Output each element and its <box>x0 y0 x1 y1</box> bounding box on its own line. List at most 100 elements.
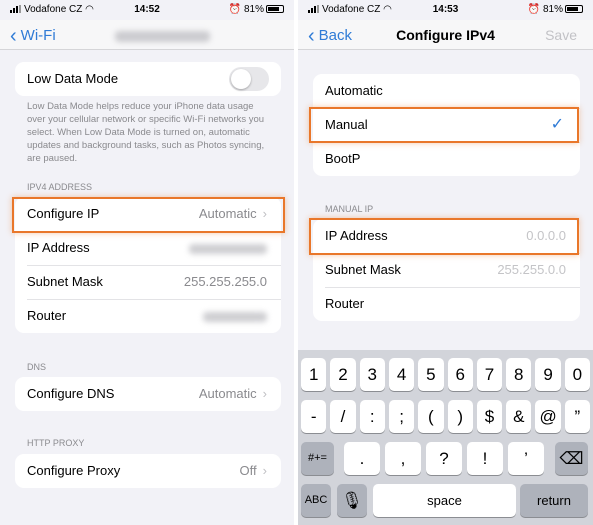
nav-bar: ‹ Back Configure IPv4 Save <box>298 20 593 50</box>
more-symbols-key[interactable]: #+= <box>301 442 334 475</box>
manual-ip-header: MANUAL IP <box>325 204 374 214</box>
configure-proxy-row[interactable]: Configure Proxy Off › <box>15 454 281 488</box>
status-bar: Vodafone CZ ◠ 14:52 ⏰ 81% <box>0 0 294 20</box>
key-symbol[interactable]: $ <box>476 400 503 433</box>
key-3[interactable]: 4 <box>388 358 415 391</box>
proxy-header: HTTP PROXY <box>27 438 85 448</box>
key-6[interactable]: 7 <box>476 358 503 391</box>
battery-icon <box>565 5 583 13</box>
row-label: Configure Proxy <box>27 463 121 478</box>
key-symbol[interactable]: : <box>359 400 385 433</box>
subnet-placeholder: 255.255.0.0 <box>497 262 566 277</box>
dictation-key[interactable]: 🎙 <box>337 484 367 517</box>
key-9[interactable]: 0 <box>564 358 591 391</box>
key-symbol[interactable]: ( <box>418 400 444 433</box>
key-symbol[interactable]: ” <box>564 400 591 433</box>
dns-header: DNS <box>27 362 47 372</box>
low-data-toggle[interactable] <box>229 67 269 91</box>
ip-placeholder: 0.0.0.0 <box>526 228 566 243</box>
key-symbol[interactable]: & <box>506 400 532 433</box>
mode-automatic[interactable]: Automatic <box>313 74 580 108</box>
key-punctuation[interactable]: ! <box>467 442 503 475</box>
row-label: BootP <box>325 151 361 166</box>
key-symbol[interactable]: ) <box>447 400 473 433</box>
configure-dns-row[interactable]: Configure DNS Automatic › <box>15 377 281 411</box>
key-punctuation[interactable]: ’ <box>508 442 544 475</box>
delete-key[interactable]: ⌫ <box>555 442 588 475</box>
key-4[interactable]: 5 <box>418 358 444 391</box>
low-data-card: Low Data Mode <box>15 62 281 96</box>
key-8[interactable]: 9 <box>535 358 561 391</box>
wifi-details-screen: Vodafone CZ ◠ 14:52 ⏰ 81% ‹ Wi-Fi Low Dat… <box>0 0 294 525</box>
abc-key[interactable]: ABC <box>301 484 331 517</box>
chevron-right-icon: › <box>262 206 267 221</box>
key-symbol[interactable]: ; <box>388 400 415 433</box>
row-value: Off <box>239 463 257 478</box>
battery-percent: 81% <box>243 4 264 15</box>
row-label: Automatic <box>325 83 383 98</box>
row-label: Router <box>325 296 365 311</box>
router-row: Router <box>15 299 281 333</box>
battery-icon <box>266 5 284 13</box>
subnet-mask-row: Subnet Mask 255.255.255.0 <box>15 265 281 299</box>
row-label: Router <box>27 308 67 323</box>
key-symbol[interactable]: - <box>301 400 327 433</box>
dns-card: Configure DNS Automatic › <box>15 377 281 411</box>
space-key[interactable]: space <box>373 484 516 517</box>
key-0[interactable]: 1 <box>301 358 327 391</box>
row-value: Automatic <box>198 206 257 221</box>
configure-ipv4-screen: Vodafone CZ ◠ 14:53 ⏰ 81% ‹ Back Configur… <box>298 0 593 525</box>
ip-address-field[interactable]: IP Address 0.0.0.0 <box>313 219 580 253</box>
key-7[interactable]: 8 <box>506 358 532 391</box>
mode-card: Automatic Manual ✓ BootP <box>313 74 580 176</box>
mode-bootp[interactable]: BootP <box>313 142 580 176</box>
low-data-label: Low Data Mode <box>27 71 119 86</box>
key-punctuation[interactable]: ? <box>426 442 462 475</box>
save-button[interactable]: Save <box>545 27 577 43</box>
ipv4-header: IPV4 ADDRESS <box>27 182 93 192</box>
row-value: 255.255.255.0 <box>183 274 267 289</box>
microphone-icon: 🎙 <box>341 491 363 510</box>
chevron-right-icon: › <box>262 386 267 401</box>
low-data-row: Low Data Mode <box>15 62 281 96</box>
key-symbol[interactable]: / <box>330 400 356 433</box>
back-label: Wi-Fi <box>20 27 56 44</box>
row-label: Configure IP <box>27 206 100 221</box>
ip-address-blurred <box>189 231 267 265</box>
ip-address-row: IP Address <box>15 231 281 265</box>
key-punctuation[interactable]: . <box>344 442 380 475</box>
router-blurred <box>203 299 267 333</box>
configure-ip-row[interactable]: Configure IP Automatic › <box>15 197 281 231</box>
row-label: IP Address <box>27 240 90 255</box>
key-5[interactable]: 6 <box>447 358 473 391</box>
nav-bar: ‹ Wi-Fi <box>0 20 294 50</box>
low-data-footer: Low Data Mode helps reduce your iPhone d… <box>27 101 265 164</box>
back-button[interactable]: ‹ Wi-Fi <box>10 25 56 48</box>
chevron-right-icon: › <box>262 463 267 478</box>
checkmark-icon: ✓ <box>550 116 564 133</box>
key-2[interactable]: 3 <box>359 358 385 391</box>
proxy-card: Configure Proxy Off › <box>15 454 281 488</box>
alarm-icon: ⏰ <box>228 4 242 15</box>
router-field[interactable]: Router <box>313 287 580 321</box>
delete-icon: ⌫ <box>559 449 584 468</box>
key-punctuation[interactable]: , <box>385 442 421 475</box>
row-value: Automatic <box>198 386 257 401</box>
manual-ip-card: IP Address 0.0.0.0 Subnet Mask 255.255.0.0… <box>313 219 580 321</box>
row-label: Manual <box>325 117 368 132</box>
return-key[interactable]: return <box>520 484 588 517</box>
chevron-left-icon: ‹ <box>10 25 17 47</box>
status-bar: Vodafone CZ ◠ 14:53 ⏰ 81% <box>298 0 593 20</box>
row-label: IP Address <box>325 228 388 243</box>
row-label: Configure DNS <box>27 386 115 401</box>
network-name-blurred <box>115 29 210 47</box>
alarm-icon: ⏰ <box>527 4 541 15</box>
row-label: Subnet Mask <box>27 274 103 289</box>
keyboard: 1 2 3 4 5 6 7 8 9 0 - /:;() $ & @” #+=.,?!’ ⌫ ABC 🎙 space re… <box>298 350 593 525</box>
ipv4-card: Configure IP Automatic › IP Address Subnet… <box>15 197 281 333</box>
battery-percent: 81% <box>542 4 563 15</box>
mode-manual[interactable]: Manual ✓ <box>313 108 580 142</box>
key-symbol[interactable]: @ <box>535 400 561 433</box>
key-1[interactable]: 2 <box>330 358 356 391</box>
subnet-mask-field[interactable]: Subnet Mask 255.255.0.0 <box>313 253 580 287</box>
